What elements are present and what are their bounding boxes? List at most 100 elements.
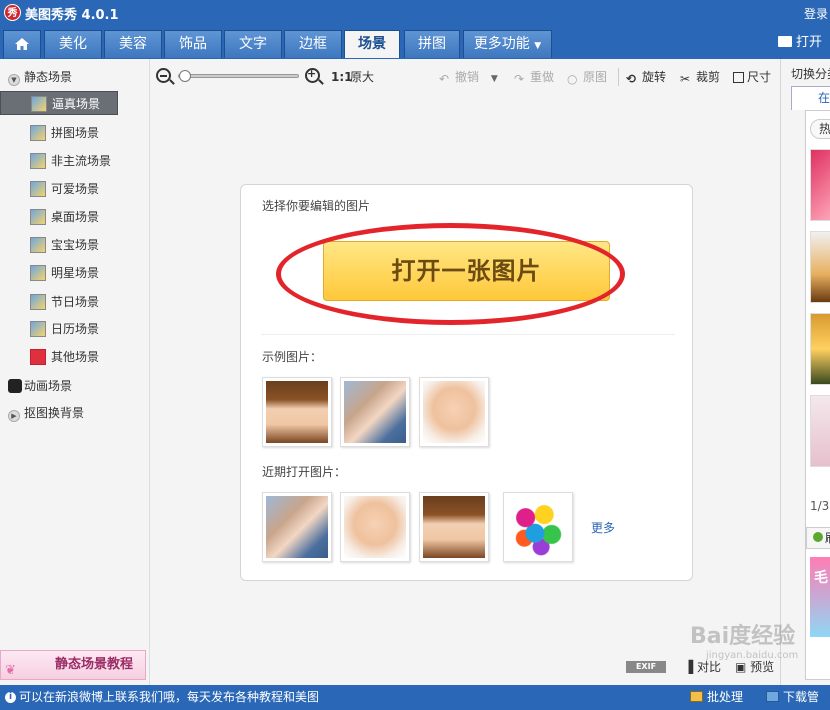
- preview-button[interactable]: ▣ 预览: [735, 658, 774, 675]
- resize-button[interactable]: 尺寸: [733, 69, 771, 85]
- original-size-button[interactable]: 原大: [350, 69, 374, 85]
- more-images-link[interactable]: 更多: [591, 519, 615, 536]
- photo: [423, 381, 485, 443]
- zoom-out-icon[interactable]: [156, 68, 171, 83]
- zoom-in-icon[interactable]: [305, 67, 320, 83]
- cutout-background-label: 抠图换背景: [24, 406, 85, 420]
- promo-text: 毛: [814, 570, 828, 586]
- sidebar-item-label: 拼图场景: [51, 126, 100, 140]
- status-message[interactable]: 可以在新浪微博上联系我们哦，每天发布各种教程和美图: [19, 685, 319, 710]
- original-image-icon: ○: [567, 72, 578, 86]
- resize-label: 尺寸: [747, 70, 772, 84]
- undo-dropdown-icon[interactable]: ▼: [491, 74, 498, 84]
- preview-icon: ▣: [735, 660, 751, 674]
- tab-scene[interactable]: 场景: [344, 30, 400, 58]
- scene-thumbnail[interactable]: [810, 313, 830, 385]
- recent-image-thumbnail[interactable]: [503, 492, 573, 562]
- tab-border[interactable]: 边框: [284, 30, 342, 58]
- example-image-thumbnail[interactable]: [419, 377, 489, 447]
- sidebar-item-other[interactable]: 其他场景: [28, 345, 146, 369]
- tab-collage[interactable]: 拼图: [404, 30, 460, 58]
- scene-material-panel: 切换分类 在 热 1/37 刷 毛: [780, 59, 830, 685]
- undo-button[interactable]: ↶ 撤销 ▼: [439, 69, 498, 86]
- recent-image-thumbnail[interactable]: [262, 492, 332, 562]
- tab-home[interactable]: [3, 30, 41, 58]
- sidebar-item-celebrity[interactable]: 明星场景: [28, 261, 146, 285]
- static-scene-tutorial-button[interactable]: ❦ 静态场景教程: [0, 650, 146, 680]
- sidebar-item-label: 日历场景: [51, 322, 100, 336]
- login-link[interactable]: 登录: [804, 5, 828, 22]
- cutout-background-item[interactable]: ▶ 抠图换背景: [8, 403, 84, 423]
- animation-scene-item[interactable]: 动画场景: [6, 376, 72, 396]
- batch-process-button[interactable]: 批处理: [690, 685, 743, 710]
- calendar-icon: [30, 321, 46, 337]
- tab-beautify[interactable]: 美化: [44, 30, 102, 58]
- zoom-slider[interactable]: [178, 70, 299, 82]
- sidebar-item-non-mainstream[interactable]: 非主流场景: [28, 149, 146, 173]
- redo-label: 重做: [530, 70, 555, 84]
- non-mainstream-scene-icon: [30, 153, 46, 169]
- example-image-thumbnail[interactable]: [340, 377, 410, 447]
- scene-thumbnail[interactable]: [810, 231, 830, 303]
- static-scene-header[interactable]: ▼ 静态场景: [8, 67, 72, 87]
- open-file-button[interactable]: 打开: [778, 30, 830, 58]
- select-image-prompt: 选择你要编辑的图片: [262, 199, 371, 213]
- tab-more-features-label: 更多功能: [473, 36, 530, 52]
- sidebar-item-label: 明星场景: [51, 266, 100, 280]
- folder-icon: [778, 36, 792, 47]
- zoom-slider-thumb[interactable]: [179, 70, 191, 82]
- sidebar-item-desktop[interactable]: 桌面场景: [28, 205, 146, 229]
- redo-icon: ↷: [514, 72, 525, 86]
- example-image-thumbnail[interactable]: [262, 377, 332, 447]
- sidebar-item-label: 宝宝场景: [51, 238, 100, 252]
- scene-thumbnail[interactable]: [810, 395, 830, 467]
- switch-category-label[interactable]: 切换分类: [791, 65, 830, 82]
- window-title: 美图秀秀 4.0.1: [25, 8, 119, 23]
- rotate-icon: ⟲: [626, 72, 637, 86]
- original-image-button[interactable]: ○ 原图: [567, 69, 607, 86]
- tab-accessories[interactable]: 饰品: [164, 30, 222, 58]
- sidebar-item-label: 非主流场景: [51, 154, 112, 168]
- tab-text[interactable]: 文字: [224, 30, 282, 58]
- sidebar-item-cute[interactable]: 可爱场景: [28, 177, 146, 201]
- sidebar-item-baby[interactable]: 宝宝场景: [28, 233, 146, 257]
- tab-more-features[interactable]: 更多功能 ▼: [463, 30, 552, 58]
- exif-button[interactable]: EXIF: [626, 661, 666, 673]
- compare-button[interactable]: ▐ 对比: [684, 658, 721, 675]
- realistic-scene-icon: [31, 96, 47, 112]
- download-manager-button[interactable]: 下载管理: [766, 685, 830, 710]
- sidebar-item-label: 桌面场景: [51, 210, 100, 224]
- sidebar-item-label: 逼真场景: [52, 97, 101, 111]
- preview-label: 预览: [750, 660, 775, 674]
- open-image-button[interactable]: 打开一张图片: [323, 241, 610, 301]
- promo-banner[interactable]: 毛: [810, 557, 830, 637]
- recent-image-thumbnail[interactable]: [419, 492, 489, 562]
- refresh-button[interactable]: 刷: [806, 527, 830, 549]
- page-indicator: 1/37: [810, 499, 830, 513]
- crop-button[interactable]: ✂ 裁剪: [680, 69, 720, 86]
- decoration-icon: ❦: [5, 663, 16, 678]
- sidebar-item-calendar[interactable]: 日历场景: [28, 317, 146, 341]
- download-icon: [766, 691, 779, 702]
- tab-beauty[interactable]: 美容: [104, 30, 162, 58]
- photo: [266, 381, 328, 443]
- undo-icon: ↶: [439, 72, 450, 86]
- recent-image-thumbnail[interactable]: [340, 492, 410, 562]
- refresh-label: 刷: [825, 531, 830, 545]
- resize-icon: [733, 72, 744, 83]
- panel-divider: [261, 334, 675, 335]
- photo: [423, 496, 485, 558]
- compare-icon: ▐: [684, 660, 698, 674]
- redo-button[interactable]: ↷ 重做: [514, 69, 555, 86]
- sidebar-item-holiday[interactable]: 节日场景: [28, 290, 146, 314]
- recent-images-label: 近期打开图片：: [262, 465, 347, 479]
- tab-online[interactable]: 在: [791, 86, 830, 110]
- sidebar-item-collage[interactable]: 拼图场景: [28, 121, 146, 145]
- open-image-panel: 选择你要编辑的图片 打开一张图片 示例图片： 近期打开图片： 更多: [240, 184, 693, 581]
- sidebar-item-realistic[interactable]: 逼真场景: [0, 91, 118, 115]
- hot-filter-button[interactable]: 热: [810, 119, 830, 139]
- scene-thumbnail[interactable]: [810, 149, 830, 221]
- example-images-label: 示例图片：: [262, 350, 323, 364]
- rotate-button[interactable]: ⟲ 旋转: [626, 69, 666, 86]
- toolbar-divider: [618, 68, 619, 86]
